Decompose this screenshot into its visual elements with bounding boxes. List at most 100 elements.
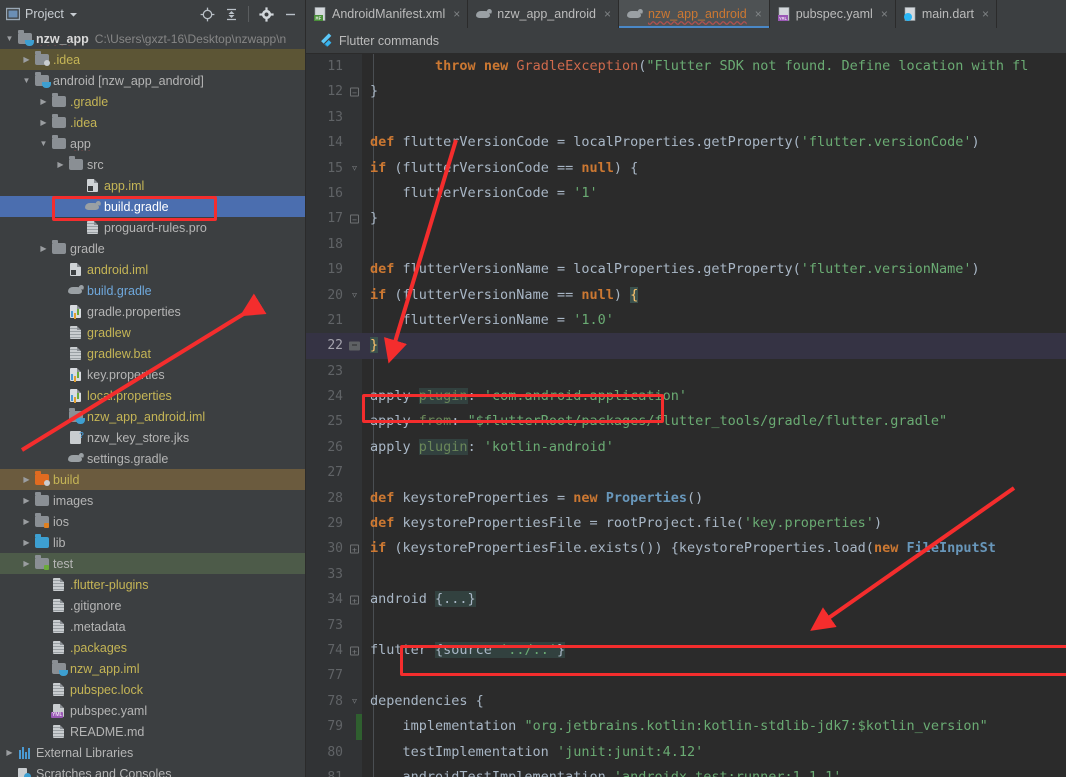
tree-item-lib[interactable]: ▶ lib bbox=[0, 532, 305, 553]
expand-arrow-icon[interactable]: ▶ bbox=[37, 245, 50, 253]
tree-item-src[interactable]: ▶ src bbox=[0, 154, 305, 175]
minimize-icon[interactable] bbox=[279, 3, 301, 25]
tree-item-nzw-key-store-jks[interactable]: ▶ nzw_key_store.jks bbox=[0, 427, 305, 448]
expand-arrow-icon[interactable]: ▶ bbox=[37, 98, 50, 106]
close-icon[interactable]: × bbox=[755, 7, 762, 21]
project-tree[interactable]: ▼ nzw_app C:\Users\gxzt-16\Desktop\nzwap… bbox=[0, 28, 306, 777]
expand-arrow-icon[interactable]: ▶ bbox=[20, 539, 33, 547]
tree-item-gitignore[interactable]: ▶ .gitignore bbox=[0, 595, 305, 616]
expand-arrow-icon[interactable]: ▼ bbox=[3, 35, 16, 43]
tab-pubspec-yaml[interactable]: YML pubspec.yaml × bbox=[770, 0, 896, 28]
project-tool-window-button[interactable]: Project bbox=[6, 7, 78, 21]
fold-icon[interactable]: ▽ bbox=[350, 164, 359, 173]
expand-arrow-icon[interactable]: ▶ bbox=[54, 161, 67, 169]
tree-item-gradlew-bat[interactable]: ▶ gradlew.bat bbox=[0, 343, 305, 364]
tree-item-external-libraries[interactable]: ▶ External Libraries bbox=[0, 742, 305, 763]
close-icon[interactable]: × bbox=[604, 7, 611, 21]
tree-item-android[interactable]: ▼ android [nzw_app_android] bbox=[0, 70, 305, 91]
tree-item-settings-gradle[interactable]: ▶ settings.gradle bbox=[0, 448, 305, 469]
no-arrow: ▶ bbox=[37, 602, 50, 610]
tree-item-local-properties[interactable]: ▶ local.properties bbox=[0, 385, 305, 406]
text-file-icon bbox=[50, 683, 67, 696]
editor-tabs: MF AndroidManifest.xml × nzw_app_android… bbox=[306, 0, 1066, 28]
tree-item-android-idea[interactable]: ▶ .idea bbox=[0, 112, 305, 133]
fold-icon[interactable]: + bbox=[350, 595, 359, 604]
tree-item-label: src bbox=[87, 158, 104, 172]
tree-item-build[interactable]: ▶ build bbox=[0, 469, 305, 490]
tree-item-gradle-folder[interactable]: ▶ gradle bbox=[0, 238, 305, 259]
tree-item-android-iml[interactable]: ▶ android.iml bbox=[0, 259, 305, 280]
fold-icon[interactable]: + bbox=[350, 646, 359, 655]
line-number: 14 bbox=[306, 130, 362, 155]
expand-arrow-icon[interactable]: ▼ bbox=[37, 140, 50, 148]
expand-arrow-icon[interactable]: ▶ bbox=[20, 518, 33, 526]
no-arrow: ▶ bbox=[54, 434, 67, 442]
collapse-all-icon[interactable] bbox=[220, 3, 242, 25]
code-line-77 bbox=[362, 663, 1066, 688]
locate-icon[interactable] bbox=[196, 3, 218, 25]
tree-item-app-iml[interactable]: ▶ app.iml bbox=[0, 175, 305, 196]
tab-main-dart[interactable]: main.dart × bbox=[896, 0, 997, 28]
tree-item-pubspec-lock[interactable]: ▶ pubspec.lock bbox=[0, 679, 305, 700]
expand-arrow-icon[interactable]: ▶ bbox=[20, 560, 33, 568]
tree-item-proguard-rules-pro[interactable]: ▶ proguard-rules.pro bbox=[0, 217, 305, 238]
tree-item-gradlew[interactable]: ▶ gradlew bbox=[0, 322, 305, 343]
fold-icon[interactable]: − bbox=[350, 88, 359, 97]
tree-item-nzw-app[interactable]: ▼ nzw_app C:\Users\gxzt-16\Desktop\nzwap… bbox=[0, 28, 305, 49]
tab-nzw-app-android-2[interactable]: nzw_app_android × bbox=[619, 0, 770, 28]
external-libraries-icon bbox=[16, 747, 33, 759]
expand-arrow-icon[interactable]: ▶ bbox=[20, 497, 33, 505]
tree-item-path: C:\Users\gxzt-16\Desktop\nzwapp\n bbox=[95, 32, 286, 46]
tree-item-gradle-dir[interactable]: ▶ .gradle bbox=[0, 91, 305, 112]
tree-item-pubspec-yaml[interactable]: ▶ pubspec.yaml bbox=[0, 700, 305, 721]
close-icon[interactable]: × bbox=[982, 7, 989, 21]
tree-item-scratches-and-consoles[interactable]: ▶ Scratches and Consoles bbox=[0, 763, 305, 777]
fold-icon[interactable]: − bbox=[350, 215, 359, 224]
line-number: ▽15 bbox=[306, 156, 362, 181]
tree-item-nzw-app-android-iml[interactable]: ▶ nzw_app_android.iml bbox=[0, 406, 305, 427]
chevron-down-icon[interactable] bbox=[69, 10, 78, 19]
tree-item-ios[interactable]: ▶ ios bbox=[0, 511, 305, 532]
tree-item-gradle-properties[interactable]: ▶ gradle.properties bbox=[0, 301, 305, 322]
tree-item-app[interactable]: ▼ app bbox=[0, 133, 305, 154]
expand-arrow-icon[interactable]: ▶ bbox=[37, 119, 50, 127]
expand-arrow-icon[interactable]: ▶ bbox=[20, 476, 33, 484]
expand-arrow-icon[interactable]: ▶ bbox=[20, 56, 33, 64]
tree-item-app-build-gradle[interactable]: ▶ build.gradle bbox=[0, 196, 305, 217]
fold-icon[interactable]: + bbox=[350, 545, 359, 554]
tree-item-idea[interactable]: ▶ .idea bbox=[0, 49, 305, 70]
close-icon[interactable]: × bbox=[881, 7, 888, 21]
tree-item-readme-md[interactable]: ▶ README.md bbox=[0, 721, 305, 742]
tree-item-android-build-gradle[interactable]: ▶ build.gradle bbox=[0, 280, 305, 301]
tab-androidmanifest-xml[interactable]: MF AndroidManifest.xml × bbox=[306, 0, 468, 28]
fold-icon[interactable]: ▽ bbox=[350, 697, 359, 706]
code-line-27 bbox=[362, 460, 1066, 485]
tree-item-packages[interactable]: ▶ .packages bbox=[0, 637, 305, 658]
folder-icon bbox=[50, 243, 67, 254]
gear-icon[interactable] bbox=[255, 3, 277, 25]
tree-item-test[interactable]: ▶ test bbox=[0, 553, 305, 574]
code-editor[interactable]: 11 −12 13 14 ▽15 16 −17 18 19 ▽20 21 22 … bbox=[306, 54, 1066, 777]
fold-icon[interactable]: ▽ bbox=[350, 291, 359, 300]
fold-icon[interactable] bbox=[349, 341, 360, 350]
code-text[interactable]: throw new GradleException("Flutter SDK n… bbox=[362, 54, 1066, 777]
expand-arrow-icon[interactable]: ▼ bbox=[20, 77, 33, 85]
line-number: 26 bbox=[306, 435, 362, 460]
no-arrow: ▶ bbox=[54, 308, 67, 316]
tab-nzw-app-android-1[interactable]: nzw_app_android × bbox=[468, 0, 619, 28]
tree-item-key-properties[interactable]: ▶ key.properties bbox=[0, 364, 305, 385]
folder-java-module-icon bbox=[33, 75, 50, 86]
code-line-20: if (flutterVersionName == null) { bbox=[362, 283, 1066, 308]
tree-item-nzw-app-iml[interactable]: ▶ nzw_app.iml bbox=[0, 658, 305, 679]
tree-item-metadata[interactable]: ▶ .metadata bbox=[0, 616, 305, 637]
expand-arrow-icon[interactable]: ▶ bbox=[3, 749, 16, 757]
tree-item-flutter-plugins[interactable]: ▶ .flutter-plugins bbox=[0, 574, 305, 595]
code-line-18 bbox=[362, 232, 1066, 257]
folder-test-icon bbox=[33, 558, 50, 569]
tree-item-images[interactable]: ▶ images bbox=[0, 490, 305, 511]
no-arrow: ▶ bbox=[37, 644, 50, 652]
close-icon[interactable]: × bbox=[453, 7, 460, 21]
flutter-logo-icon bbox=[318, 33, 332, 48]
flutter-commands-bar[interactable]: Flutter commands bbox=[306, 28, 1066, 54]
code-line-29: def keystorePropertiesFile = rootProject… bbox=[362, 511, 1066, 536]
